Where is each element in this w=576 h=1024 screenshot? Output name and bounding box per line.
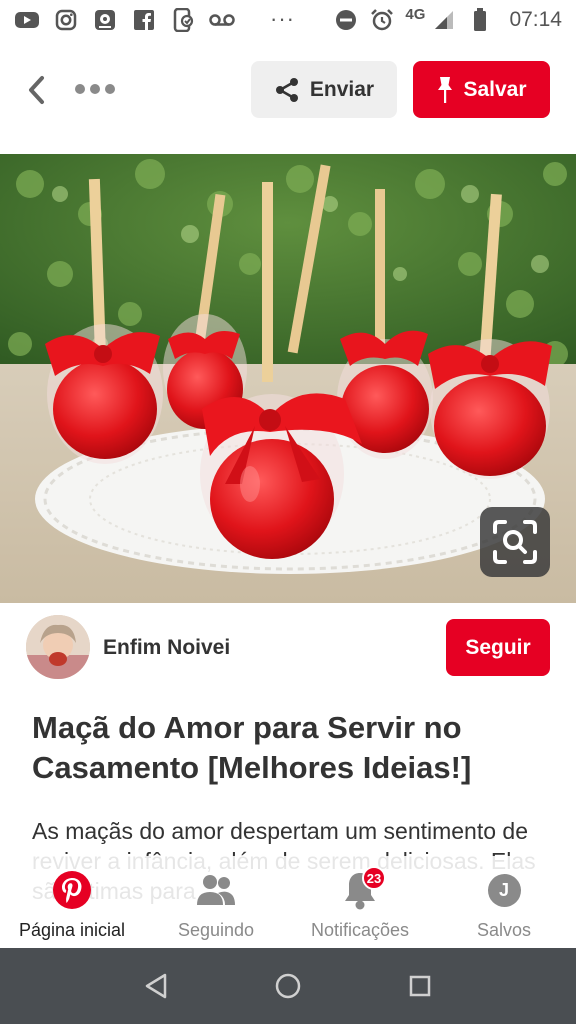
send-button[interactable]: Enviar xyxy=(251,61,397,118)
nav-label-following: Seguindo xyxy=(177,920,255,940)
status-bar: ··· 4G 07:14 xyxy=(0,0,576,40)
dot-icon xyxy=(105,84,115,94)
share-icon xyxy=(275,77,298,102)
back-button[interactable] xyxy=(18,70,54,110)
lens-search-icon xyxy=(493,520,537,564)
nav-label-home: Página inicial xyxy=(18,920,126,940)
android-home-button[interactable] xyxy=(268,966,308,1006)
square-recents-icon xyxy=(409,975,431,997)
pin-title: Maçã do Amor para Servir no Casamento [M… xyxy=(32,710,472,785)
profile-avatar-icon: J xyxy=(487,873,521,907)
nav-item-saved[interactable]: J Salvos xyxy=(432,856,576,948)
pin-action-bar: Enviar Salvar xyxy=(0,40,576,154)
dot-icon xyxy=(75,84,85,94)
chevron-left-icon xyxy=(29,76,44,104)
alarm-icon xyxy=(369,8,395,32)
send-button-label: Enviar xyxy=(309,77,375,101)
android-navigation-bar xyxy=(0,948,576,1024)
follow-button[interactable]: Seguir xyxy=(446,619,550,676)
voicemail-icon xyxy=(209,8,235,32)
photo-icon xyxy=(92,8,118,32)
do-not-disturb-icon xyxy=(333,8,359,32)
instagram-icon xyxy=(53,8,79,32)
youtube-icon xyxy=(14,8,40,32)
save-button-label: Salvar xyxy=(463,77,527,101)
visual-search-button[interactable] xyxy=(480,507,550,577)
pushpin-icon xyxy=(438,76,453,103)
circle-home-icon xyxy=(275,973,301,999)
pinterest-logo-icon xyxy=(53,871,91,909)
more-notifications-indicator: ··· xyxy=(270,6,295,31)
network-type: 4G xyxy=(405,5,426,23)
nav-item-following[interactable]: Seguindo xyxy=(144,856,288,948)
nav-label-saved: Salvos xyxy=(476,920,532,940)
android-back-button[interactable] xyxy=(136,966,176,1006)
more-options-button[interactable] xyxy=(70,74,120,104)
people-icon xyxy=(197,875,235,905)
author-avatar[interactable] xyxy=(26,615,90,679)
pin-author-row: Enfim Noivei Seguir xyxy=(0,603,576,693)
phone-app-icon xyxy=(170,8,196,32)
triangle-back-icon xyxy=(145,973,167,999)
notification-count-badge: 23 xyxy=(362,866,386,890)
nav-item-home[interactable]: Página inicial xyxy=(0,856,144,948)
save-button[interactable]: Salvar xyxy=(413,61,550,118)
signal-icon xyxy=(431,8,457,32)
avatar-photo xyxy=(26,615,90,679)
facebook-icon xyxy=(131,8,157,32)
battery-icon xyxy=(467,8,493,32)
nav-item-notifications[interactable]: 23 Notificações xyxy=(288,856,432,948)
bottom-navigation: Página inicial Seguindo 23 Notificações … xyxy=(0,856,576,948)
android-recents-button[interactable] xyxy=(400,966,440,1006)
author-name[interactable]: Enfim Noivei xyxy=(103,636,230,660)
dot-icon xyxy=(90,84,100,94)
nav-label-notifications: Notificações xyxy=(310,920,410,940)
clock: 07:14 xyxy=(509,8,562,31)
